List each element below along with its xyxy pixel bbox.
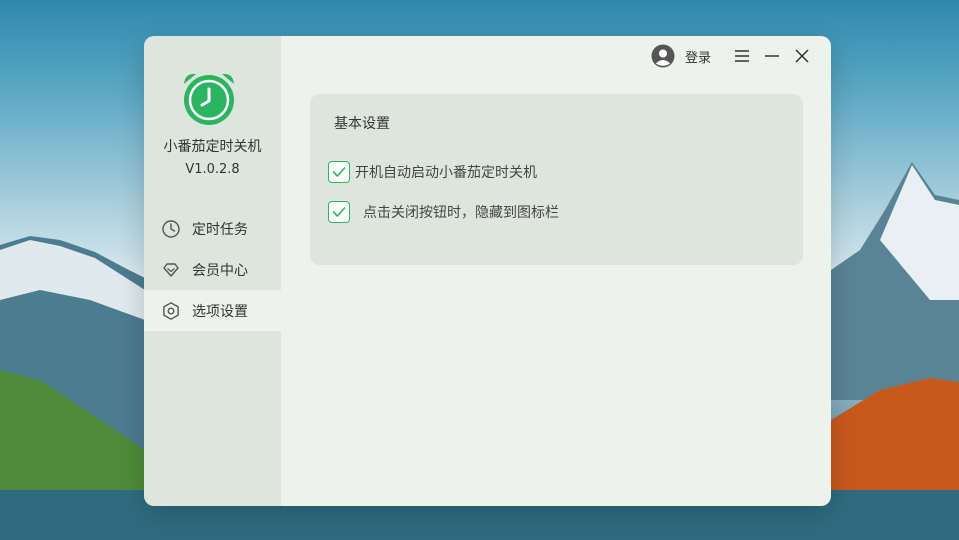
app-name: 小番茄定时关机 xyxy=(163,139,262,155)
hide-to-tray-checkbox[interactable] xyxy=(328,201,350,223)
login-button[interactable]: 登录 xyxy=(685,47,711,66)
option-label: 点击关闭按钮时，隐藏到图标栏 xyxy=(363,205,559,221)
sidebar-item-scheduled-tasks[interactable]: 定时任务 xyxy=(144,208,281,249)
sidebar-nav: 定时任务 会员中心 选项设置 xyxy=(144,208,281,331)
settings-icon xyxy=(160,300,182,322)
sidebar-item-label: 选项设置 xyxy=(192,303,248,320)
auto-start-checkbox[interactable] xyxy=(328,161,350,183)
user-avatar-icon[interactable] xyxy=(651,44,675,68)
sidebar-item-label: 定时任务 xyxy=(192,221,248,238)
minimize-button[interactable] xyxy=(757,43,787,69)
sidebar-item-member-center[interactable]: 会员中心 xyxy=(144,249,281,290)
close-icon xyxy=(795,49,809,63)
app-window: 小番茄定时关机 V1.0.2.8 定时任务 会员中心 选项设置 登录 基本设置 … xyxy=(144,36,831,506)
menu-button[interactable] xyxy=(727,43,757,69)
close-button[interactable] xyxy=(787,43,817,69)
alarm-clock-logo-icon xyxy=(184,73,234,125)
basic-settings-card: 基本设置 开机自动启动小番茄定时关机 点击关闭按钮时，隐藏到图标栏 xyxy=(310,94,803,265)
option-auto-start[interactable]: 开机自动启动小番茄定时关机 xyxy=(328,161,537,183)
check-icon xyxy=(332,167,346,177)
main-panel: 登录 基本设置 开机自动启动小番茄定时关机 点击关闭按钮时，隐藏到图标栏 xyxy=(281,36,831,506)
sidebar: 小番茄定时关机 V1.0.2.8 定时任务 会员中心 选项设置 xyxy=(144,36,281,506)
check-icon xyxy=(332,207,346,217)
title-bar-controls: 登录 xyxy=(651,43,817,69)
option-label: 开机自动启动小番茄定时关机 xyxy=(355,165,537,181)
clock-icon xyxy=(160,218,182,240)
sidebar-item-settings[interactable]: 选项设置 xyxy=(144,290,281,331)
minimize-icon xyxy=(765,55,779,57)
option-hide-to-tray[interactable]: 点击关闭按钮时，隐藏到图标栏 xyxy=(328,201,559,223)
sidebar-item-label: 会员中心 xyxy=(192,262,248,279)
menu-icon xyxy=(735,50,749,62)
section-title: 基本设置 xyxy=(334,116,390,132)
diamond-icon xyxy=(160,259,182,281)
app-version: V1.0.2.8 xyxy=(185,162,240,177)
